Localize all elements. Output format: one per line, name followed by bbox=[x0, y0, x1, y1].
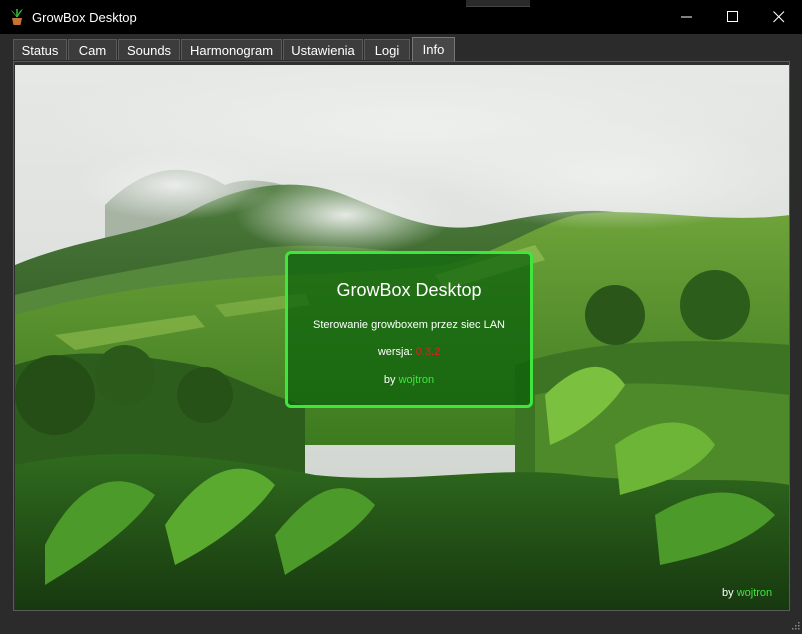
title-bar[interactable]: GrowBox Desktop bbox=[0, 0, 802, 34]
info-card: GrowBox Desktop Sterowanie growboxem prz… bbox=[285, 251, 533, 408]
plant-pot-icon bbox=[9, 8, 25, 26]
version-value: 0.3.2 bbox=[415, 346, 441, 358]
tab-status[interactable]: Status bbox=[13, 39, 67, 60]
tab-sounds[interactable]: Sounds bbox=[118, 39, 180, 60]
close-icon bbox=[773, 11, 785, 23]
minimize-icon bbox=[681, 16, 692, 18]
maximize-button[interactable] bbox=[710, 0, 756, 34]
close-button[interactable] bbox=[756, 0, 802, 34]
minimize-button[interactable] bbox=[664, 0, 710, 34]
info-tab-panel: GrowBox Desktop Sterowanie growboxem prz… bbox=[13, 61, 790, 611]
version-line: wersja: 0.3.2 bbox=[288, 346, 530, 358]
footer-author-name: wojtron bbox=[736, 587, 773, 599]
author-name: wojtron bbox=[398, 374, 435, 386]
maximize-icon bbox=[727, 11, 738, 22]
tab-harmonogram[interactable]: Harmonogram bbox=[181, 39, 282, 60]
version-label: wersja: bbox=[377, 346, 413, 358]
author-line: by wojtron bbox=[288, 374, 530, 386]
background-window-edge bbox=[466, 0, 530, 7]
tab-info[interactable]: Info bbox=[412, 37, 455, 62]
tab-logi[interactable]: Logi bbox=[364, 39, 410, 60]
app-window: GrowBox Desktop Status Cam Sounds Harmon… bbox=[0, 0, 802, 634]
footer-by-label: by bbox=[722, 587, 734, 599]
tab-ustawienia[interactable]: Ustawienia bbox=[283, 39, 363, 60]
footer-credit: by wojtron bbox=[722, 587, 772, 599]
by-label: by bbox=[383, 374, 396, 386]
window-title: GrowBox Desktop bbox=[32, 10, 137, 25]
resize-grip-icon[interactable] bbox=[789, 621, 800, 632]
tab-cam[interactable]: Cam bbox=[68, 39, 117, 60]
app-name-heading: GrowBox Desktop bbox=[336, 280, 482, 300]
app-description: Sterowanie growboxem przez siec LAN bbox=[313, 319, 505, 331]
